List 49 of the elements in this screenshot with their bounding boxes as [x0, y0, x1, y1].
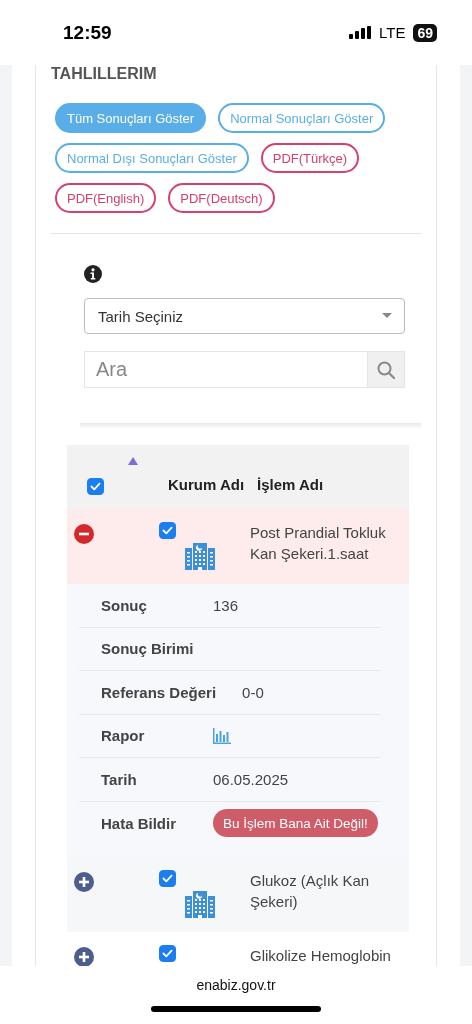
- procedure-name: Post Prandial Tokluk Kan Şekeri.1.saat: [250, 523, 387, 564]
- detail-value: 0-0: [242, 683, 264, 701]
- procedure-name: Glukoz (Açlık Kan Şekeri): [250, 871, 371, 912]
- search-button[interactable]: [367, 351, 405, 388]
- filter-button[interactable]: Normal Dışı Sonuçları Göster: [55, 143, 249, 173]
- detail-value: 06.05.2025: [213, 770, 289, 788]
- check-icon: [161, 947, 174, 960]
- expand-icon[interactable]: [74, 947, 94, 966]
- sort-icon: [128, 457, 138, 465]
- bar-chart-icon[interactable]: [213, 727, 231, 744]
- detail-label: Tarih: [100, 770, 138, 788]
- filter-button[interactable]: Tüm Sonuçları Göster: [55, 103, 207, 133]
- detail-label: Sonuç: [100, 596, 148, 614]
- pdf-button[interactable]: PDF(Türkçe): [260, 143, 360, 173]
- procedure-name: Glikolize Hemoglobin: [250, 946, 392, 966]
- checkbox[interactable]: [87, 478, 104, 495]
- report-button[interactable]: Bu İşlem Bana Ait Değil!: [213, 809, 378, 838]
- detail-value: 136: [213, 596, 239, 614]
- detail-label: Hata Bildir: [100, 814, 177, 832]
- signal-icon: [349, 26, 371, 39]
- search-icon: [377, 360, 395, 379]
- check-icon: [161, 524, 174, 537]
- select-value: Tarih Seçiniz: [98, 307, 184, 325]
- clock: 12:59: [63, 21, 112, 44]
- caret-icon: [382, 313, 392, 319]
- table-row[interactable]: Glukoz (Açlık Kan Şekeri): [67, 857, 409, 932]
- checkbox[interactable]: [159, 870, 176, 887]
- checkbox[interactable]: [159, 522, 176, 539]
- network-type: LTE: [379, 24, 406, 41]
- filter-button[interactable]: Normal Sonuçları Göster: [218, 103, 386, 133]
- table-row[interactable]: Post Prandial Tokluk Kan Şekeri.1.saat: [67, 509, 409, 584]
- detail-label: Rapor: [100, 727, 146, 745]
- section-title: TAHLILLERIM: [51, 65, 158, 83]
- date-select[interactable]: Tarih Seçiniz: [84, 298, 405, 334]
- collapse-icon[interactable]: [74, 524, 94, 544]
- pdf-button[interactable]: PDF(Deutsch): [168, 183, 275, 213]
- battery-indicator: 69: [413, 23, 437, 42]
- pdf-button[interactable]: PDF(English): [55, 183, 157, 213]
- column-header[interactable]: Kurum Adı: [168, 474, 257, 496]
- detail-label: Referans Değeri: [100, 683, 217, 701]
- check-icon: [161, 872, 174, 885]
- column-header[interactable]: İşlem Adı: [257, 474, 324, 496]
- expand-icon[interactable]: [74, 872, 94, 892]
- check-icon: [89, 480, 102, 493]
- search-field[interactable]: Ara: [84, 351, 367, 388]
- detail-label: Sonuç Birimi: [100, 640, 194, 658]
- info-icon[interactable]: [84, 265, 102, 283]
- url-text: enabiz.gov.tr: [196, 977, 276, 993]
- checkbox[interactable]: [159, 945, 176, 962]
